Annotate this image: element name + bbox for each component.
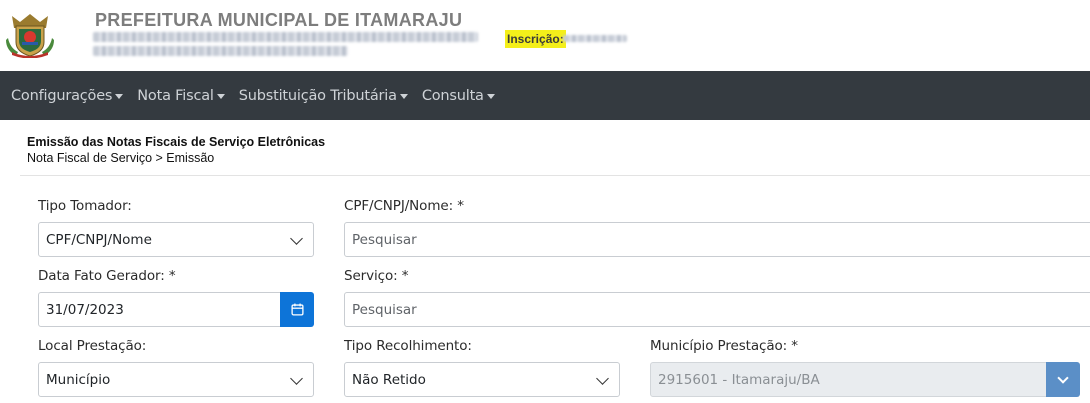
nav-item-consulta[interactable]: Consulta <box>422 88 495 104</box>
nav-item-substituicao-tributaria[interactable]: Substituição Tributária <box>239 88 408 104</box>
calendar-icon <box>290 303 304 316</box>
breadcrumb: Nota Fiscal de Serviço > Emissão <box>27 151 215 165</box>
local-prestacao-label: Local Prestação: <box>38 338 147 354</box>
nav-item-label: Substituição Tributária <box>238 87 397 104</box>
chevron-down-icon <box>290 372 303 385</box>
nav-item-label: Nota Fiscal <box>137 87 214 104</box>
cpf-cnpj-nome-placeholder: Pesquisar <box>352 231 417 248</box>
page-header: PREFEITURA MUNICIPAL DE ITAMARAJU Inscri… <box>0 0 1090 71</box>
data-fato-gerador-label: Data Fato Gerador: * <box>38 268 176 284</box>
tipo-recolhimento-select[interactable]: Não Retido <box>344 362 620 397</box>
cpf-cnpj-nome-search-input[interactable]: Pesquisar <box>344 222 1090 257</box>
nav-item-label: Consulta <box>421 87 484 104</box>
local-prestacao-select[interactable]: Município <box>38 362 314 397</box>
tipo-recolhimento-value: Não Retido <box>352 371 426 388</box>
main-navbar: Configurações Nota Fiscal Substituição T… <box>0 71 1090 120</box>
cpf-cnpj-nome-label: CPF/CNPJ/Nome: * <box>344 198 464 214</box>
calendar-button[interactable] <box>280 292 314 327</box>
data-fato-gerador-input[interactable]: 31/07/2023 <box>38 292 282 327</box>
nav-item-configuracoes[interactable]: Configurações <box>11 87 124 104</box>
municipio-prestacao-value: 2915601 - Itamaraju/BA <box>658 371 820 388</box>
caret-down-icon <box>399 93 408 99</box>
caret-down-icon <box>216 93 225 99</box>
data-fato-gerador-value: 31/07/2023 <box>46 301 124 318</box>
caret-down-icon <box>115 93 124 99</box>
tipo-tomador-value: CPF/CNPJ/Nome <box>46 231 152 248</box>
redacted-address-line <box>93 32 478 42</box>
servico-search-input[interactable]: Pesquisar <box>344 292 1090 327</box>
chevron-down-icon <box>290 232 303 245</box>
tipo-tomador-select[interactable]: CPF/CNPJ/Nome <box>38 222 314 257</box>
chevron-down-icon <box>1057 371 1069 384</box>
servico-label: Serviço: * <box>344 268 409 284</box>
tipo-tomador-label: Tipo Tomador: <box>38 198 132 214</box>
inscricao-label: Inscrição: <box>505 30 566 48</box>
local-prestacao-value: Município <box>46 371 111 388</box>
organization-title: PREFEITURA MUNICIPAL DE ITAMARAJU <box>95 10 463 30</box>
chevron-down-icon <box>596 372 609 385</box>
nav-item-label: Configurações <box>11 87 113 104</box>
servico-placeholder: Pesquisar <box>352 301 417 318</box>
municipio-prestacao-label: Município Prestação: * <box>650 338 798 354</box>
redacted-address-line <box>93 46 348 56</box>
redacted-inscricao-value <box>563 35 627 42</box>
nav-item-nota-fiscal[interactable]: Nota Fiscal <box>137 87 225 104</box>
caret-down-icon <box>486 93 495 99</box>
page-title: Emissão das Notas Fiscais de Serviço Ele… <box>27 135 326 149</box>
municipio-prestacao-combobox[interactable]: 2915601 - Itamaraju/BA <box>650 362 1047 397</box>
tipo-recolhimento-label: Tipo Recolhimento: <box>344 338 472 354</box>
divider <box>20 175 1090 176</box>
municipio-dropdown-button[interactable] <box>1046 362 1080 397</box>
municipal-crest-icon <box>6 14 54 58</box>
